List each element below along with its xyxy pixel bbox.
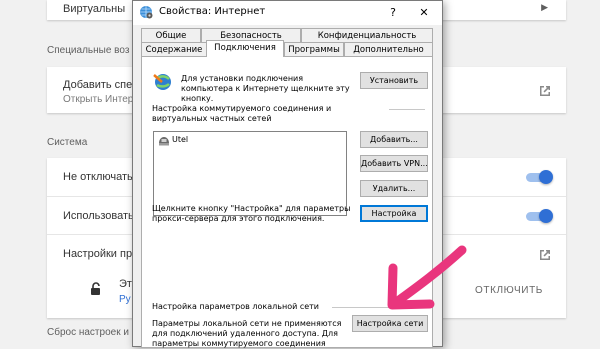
tab-connections[interactable]: Подключения — [206, 40, 284, 57]
annotation-arrow — [387, 245, 467, 310]
